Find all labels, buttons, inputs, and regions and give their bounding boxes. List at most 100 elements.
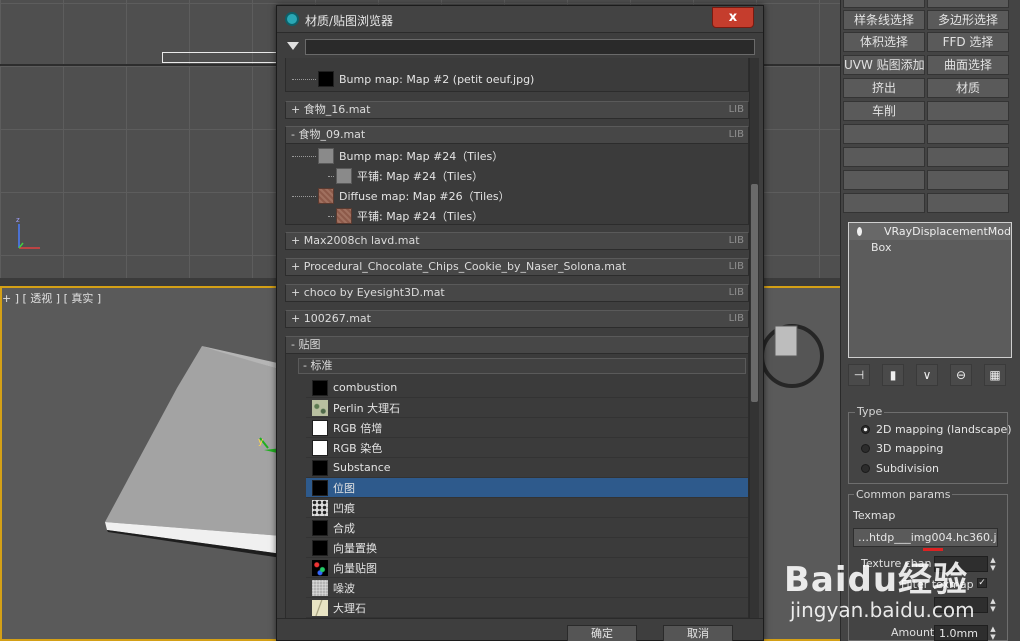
amount-spinner[interactable]: ▲ ▼ [988, 625, 998, 641]
type-option-3d[interactable]: 3D mapping [861, 442, 943, 455]
map-list-item[interactable]: RGB 倍增 [306, 418, 748, 438]
map-label: 位图 [333, 481, 355, 495]
modifier-stack[interactable]: VRayDisplacementMod Box [848, 222, 1012, 358]
tree-item-label: Bump map: Map #24（Tiles） [339, 150, 504, 163]
type-option-subdivision[interactable]: Subdivision [861, 462, 939, 475]
browser-tree[interactable]: Bump map: Map #2 (petit oeuf.jpg) + 食物_1… [285, 58, 749, 620]
map-swatch [312, 519, 328, 536]
close-button[interactable]: x [712, 7, 754, 28]
modifier-button-row0-right[interactable] [927, 0, 1009, 8]
map-swatch [312, 479, 328, 496]
remove-modifier-icon[interactable]: ⊖ [950, 364, 972, 386]
map-swatch [318, 188, 334, 204]
material-header-procedural[interactable]: + Procedural_Chocolate_Chips_Cookie_by_N… [285, 258, 749, 276]
map-list-item[interactable]: 噪波 [306, 578, 748, 598]
map-label: 大理石 [333, 601, 366, 615]
tree-item-bump-tiles-child[interactable]: 平铺: Map #24（Tiles） [286, 166, 748, 186]
modifier-button-empty-8[interactable] [843, 193, 925, 213]
lib-tag: LIB [728, 104, 744, 115]
map-list-item[interactable]: 合成 [306, 518, 748, 538]
stack-toolbar: ⊣ ▮ ∨ ⊖ ▦ [848, 364, 1012, 386]
pin-stack-icon[interactable]: ⊣ [848, 364, 870, 386]
material-header-max2008[interactable]: + Max2008ch lavd.mat LIB [285, 232, 749, 250]
tree-item-diffuse-tiles-child[interactable]: 平铺: Map #24（Tiles） [286, 206, 748, 226]
map-list-item[interactable]: Perlin 大理石 [306, 398, 748, 418]
tree-item-label: Diffuse map: Map #26（Tiles） [339, 190, 510, 203]
box-object-top-view[interactable] [162, 52, 287, 63]
filter-blur-field[interactable] [934, 597, 988, 613]
modifier-button-empty-4[interactable] [843, 147, 925, 167]
tree-item-bump-tiles[interactable]: Bump map: Map #24（Tiles） [286, 146, 748, 166]
map-list-item[interactable]: combustion [306, 378, 748, 398]
radio-icon[interactable] [861, 444, 870, 453]
make-unique-icon[interactable]: ∨ [916, 364, 938, 386]
modifier-button-surf-select[interactable]: 曲面选择 [927, 55, 1009, 75]
standard-group-header[interactable]: - 标准 [298, 358, 746, 374]
modifier-button-empty-2[interactable] [843, 124, 925, 144]
search-bar [285, 39, 757, 56]
show-end-result-icon[interactable]: ▮ [882, 364, 904, 386]
modifier-button-vol-select[interactable]: 体积选择 [843, 32, 925, 52]
texture-chan-field[interactable] [934, 556, 988, 572]
modifier-button-poly-select[interactable]: 多边形选择 [927, 10, 1009, 30]
ok-button[interactable]: 确定 [567, 625, 637, 641]
map-list-item[interactable]: 大理石 [306, 598, 748, 618]
material-header-food09[interactable]: - 食物_09.mat LIB [285, 126, 749, 144]
axis-y-label: y [258, 437, 264, 447]
modifier-button-empty-7[interactable] [927, 170, 1009, 190]
modifier-button-extrude[interactable]: 挤出 [843, 78, 925, 98]
filter-texmap-checkbox[interactable]: ✓ [977, 578, 987, 588]
modifier-button-empty-3[interactable] [927, 124, 1009, 144]
material-panel-food09: Bump map: Map #24（Tiles） 平铺: Map #24（Til… [285, 144, 749, 225]
material-header-choco[interactable]: + choco by Eyesight3D.mat LIB [285, 284, 749, 302]
modifier-button-ffd-select[interactable]: FFD 选择 [927, 32, 1009, 52]
map-label: combustion [333, 381, 398, 394]
tree-item-diffuse-tiles[interactable]: Diffuse map: Map #26（Tiles） [286, 186, 748, 206]
map-swatch [336, 168, 352, 184]
material-header-100267[interactable]: + 100267.mat LIB [285, 310, 749, 328]
texture-chan-spinner[interactable]: ▲ ▼ [988, 556, 998, 572]
modifier-button-empty-9[interactable] [927, 193, 1009, 213]
tree-item-bump-petit[interactable]: Bump map: Map #2 (petit oeuf.jpg) [286, 69, 748, 89]
map-label: 向量置换 [333, 541, 377, 555]
modifier-button-lathe[interactable]: 车削 [843, 101, 925, 121]
map-list-item[interactable]: 向量置换 [306, 538, 748, 558]
modifier-button-spline-select[interactable]: 样条线选择 [843, 10, 925, 30]
map-list-item[interactable]: RGB 染色 [306, 438, 748, 458]
dialog-titlebar[interactable]: 材质/贴图浏览器 x [277, 6, 763, 33]
modifier-button-material[interactable]: 材质 [927, 78, 1009, 98]
search-input[interactable] [305, 39, 755, 55]
modifier-stack-base[interactable]: Box [849, 240, 1011, 256]
modifier-button-empty-6[interactable] [843, 170, 925, 190]
modifier-button-empty-5[interactable] [927, 147, 1009, 167]
modifier-button-row0-left[interactable] [843, 0, 925, 8]
modifier-button-uvw-add[interactable]: UVW 贴图添加 [843, 55, 925, 75]
tree-scrollbar[interactable] [749, 58, 759, 620]
map-list-item[interactable]: 凹痕 [306, 498, 748, 518]
cancel-button[interactable]: 取消 [663, 625, 733, 641]
map-list-item[interactable]: 位图 [306, 478, 748, 498]
common-params-title: Common params [854, 488, 953, 501]
material-header-label: + 100267.mat [291, 312, 371, 325]
map-swatch [312, 539, 328, 556]
type-option-2d[interactable]: 2D mapping (landscape) [861, 423, 1012, 436]
scrollbar-thumb[interactable] [751, 184, 758, 402]
texmap-button[interactable]: …htdp___img004.hc360.jpg) [853, 528, 998, 547]
map-list-item[interactable]: Substance [306, 458, 748, 478]
map-label: 向量贴图 [333, 561, 377, 575]
configure-sets-icon[interactable]: ▦ [984, 364, 1006, 386]
radio-icon[interactable] [861, 464, 870, 473]
modifier-stack-item[interactable]: VRayDisplacementMod [849, 223, 1011, 240]
tree-item-label: 平铺: Map #24（Tiles） [357, 210, 484, 223]
lightbulb-icon[interactable] [857, 227, 862, 236]
filter-blur-spinner[interactable]: ▲ ▼ [988, 597, 998, 613]
material-header-food16[interactable]: + 食物_16.mat LIB [285, 101, 749, 119]
map-swatch [312, 499, 328, 516]
filter-icon[interactable] [287, 42, 299, 50]
lib-tag: LIB [728, 129, 744, 140]
maps-group-header[interactable]: - 贴图 [285, 336, 749, 354]
radio-icon[interactable] [861, 425, 870, 434]
map-list-item[interactable]: 向量贴图 [306, 558, 748, 578]
amount-field[interactable]: 1.0mm [934, 625, 988, 641]
modifier-button-empty-1[interactable] [927, 101, 1009, 121]
